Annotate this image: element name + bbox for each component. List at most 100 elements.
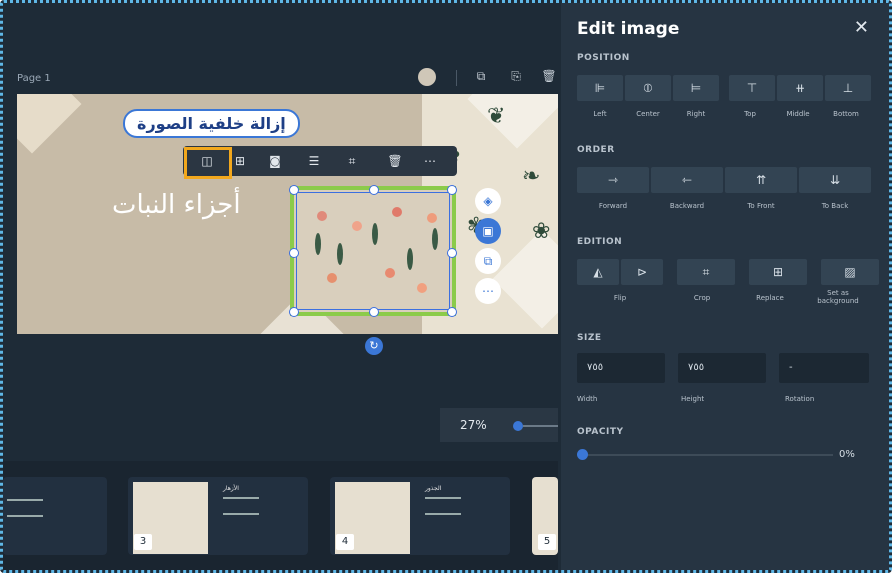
slide-thumbnails: الأزهار 3 الجذور 4 5 xyxy=(3,461,558,570)
resize-handle[interactable] xyxy=(289,248,299,258)
crop-icon[interactable]: ⌗ xyxy=(343,153,361,169)
flower-shape xyxy=(392,207,402,217)
pattern-diamond xyxy=(467,94,558,149)
width-label: Width xyxy=(577,395,598,403)
edit-image-panel: Edit image ✕ POSITION ⊫ ⦶ ⊨ ⊤ ⧺ ⊥ Left C… xyxy=(561,3,889,570)
order-label: To Back xyxy=(821,202,849,210)
rotate-icon[interactable]: ↻ xyxy=(365,337,383,355)
order-label: Backward xyxy=(669,202,705,210)
thumbnail-title: الأزهار xyxy=(223,485,239,492)
order-label: To Front xyxy=(747,202,775,210)
edition-label: Set as background xyxy=(817,289,859,305)
mask-icon[interactable]: ◙ xyxy=(266,153,284,169)
position-label: Middle xyxy=(786,110,810,118)
forward-button[interactable]: ⇾ xyxy=(577,167,649,193)
replace-button[interactable]: ⊞ xyxy=(749,259,807,285)
pattern-diamond xyxy=(492,229,558,329)
plant-icon: ❦ xyxy=(487,104,506,129)
text-lines xyxy=(7,499,43,517)
duplicate-icon[interactable]: ⧉ xyxy=(475,248,501,274)
opacity-slider-handle[interactable] xyxy=(577,449,588,460)
position-label: Bottom xyxy=(833,110,859,118)
backward-button[interactable]: ⇽ xyxy=(651,167,723,193)
position-label: Left xyxy=(593,110,607,118)
align-left-button[interactable]: ⊫ xyxy=(577,75,623,101)
resize-handle[interactable] xyxy=(447,185,457,195)
slide-thumbnail[interactable]: 5 xyxy=(532,477,558,555)
rotation-input[interactable]: - xyxy=(779,353,869,383)
set-background-button[interactable]: ▨ xyxy=(821,259,879,285)
duplicate-icon[interactable]: ⧉ xyxy=(473,68,489,84)
position-label: Center xyxy=(636,110,660,118)
flip-vertical-button[interactable]: ⊳ xyxy=(621,259,663,285)
align-right-button[interactable]: ⊨ xyxy=(673,75,719,101)
zoom-slider-track[interactable] xyxy=(523,425,558,427)
resize-handle[interactable] xyxy=(289,185,299,195)
resize-handle[interactable] xyxy=(369,185,379,195)
order-label: Forward xyxy=(598,202,628,210)
resize-handle[interactable] xyxy=(369,307,379,317)
slide-thumbnail[interactable]: الجذور 4 xyxy=(330,477,510,555)
flower-shape xyxy=(352,221,362,231)
edition-label: Crop xyxy=(693,294,711,302)
adjust-icon[interactable]: ☰ xyxy=(305,153,323,169)
leaf-shape xyxy=(337,243,343,265)
text-lines xyxy=(223,497,259,515)
highlight-box xyxy=(184,147,232,179)
selected-image[interactable] xyxy=(289,185,457,317)
replace-icon[interactable]: ⊞ xyxy=(231,153,249,169)
more-icon[interactable]: ⋯ xyxy=(475,278,501,304)
selection-outline xyxy=(296,192,450,310)
slide-thumbnail[interactable] xyxy=(3,477,107,555)
flower-shape xyxy=(327,273,337,283)
to-back-button[interactable]: ⇊ xyxy=(799,167,871,193)
slide-thumbnail[interactable]: الأزهار 3 xyxy=(128,477,308,555)
export-icon[interactable]: ⎘ xyxy=(508,68,524,84)
more-icon[interactable]: ⋯ xyxy=(421,153,439,169)
leaf-shape xyxy=(407,248,413,270)
width-input[interactable]: ٧٥٥ xyxy=(577,353,665,383)
position-label: Top xyxy=(744,110,756,118)
flower-shape xyxy=(417,283,427,293)
layers-icon[interactable]: ◈ xyxy=(475,188,501,214)
slide-title[interactable]: أجزاء النبات xyxy=(112,190,241,220)
leaf-shape xyxy=(315,233,321,255)
flower-shape xyxy=(427,213,437,223)
order-buttons: ⇾ ⇽ ⇈ ⇊ xyxy=(577,167,871,193)
opacity-heading: OPACITY xyxy=(577,427,624,437)
height-label: Height xyxy=(681,395,705,403)
align-center-button[interactable]: ⦶ xyxy=(625,75,671,101)
trash-icon[interactable]: 🗑 xyxy=(386,153,404,169)
height-input[interactable]: ٧٥٥ xyxy=(678,353,766,383)
align-bottom-button[interactable]: ⊥ xyxy=(825,75,871,101)
trash-icon[interactable]: 🗑 xyxy=(541,68,557,84)
crop-button[interactable]: ⌗ xyxy=(677,259,735,285)
align-middle-button[interactable]: ⧺ xyxy=(777,75,823,101)
zoom-value: 27% xyxy=(460,418,487,432)
flip-horizontal-button[interactable]: ◭ xyxy=(577,259,619,285)
leaf-shape xyxy=(372,223,378,245)
to-front-button[interactable]: ⇈ xyxy=(725,167,797,193)
zoom-slider-handle[interactable] xyxy=(513,421,523,431)
color-swatch[interactable] xyxy=(418,68,436,86)
app-window: Page 1 ⧉ ⎘ 🗑 ❦ ✿ ❧ ✾ ❀ أجزاء النبات إزال… xyxy=(0,0,892,573)
close-icon[interactable]: ✕ xyxy=(854,17,869,38)
opacity-slider-track[interactable] xyxy=(583,454,833,456)
plant-icon: ❀ xyxy=(532,219,551,244)
size-heading: SIZE xyxy=(577,333,602,343)
image-icon[interactable]: ▣ xyxy=(475,218,501,244)
align-top-button[interactable]: ⊤ xyxy=(729,75,775,101)
zoom-control: 27% xyxy=(440,408,558,442)
resize-handle[interactable] xyxy=(447,248,457,258)
resize-handle[interactable] xyxy=(447,307,457,317)
position-label: Right xyxy=(686,110,706,118)
thumbnail-title: الجذور xyxy=(425,485,442,492)
resize-handle[interactable] xyxy=(289,307,299,317)
thumbnail-number: 5 xyxy=(538,534,556,550)
thumbnail-number: 3 xyxy=(134,534,152,550)
edition-label: Flip xyxy=(613,294,627,302)
flower-shape xyxy=(317,211,327,221)
